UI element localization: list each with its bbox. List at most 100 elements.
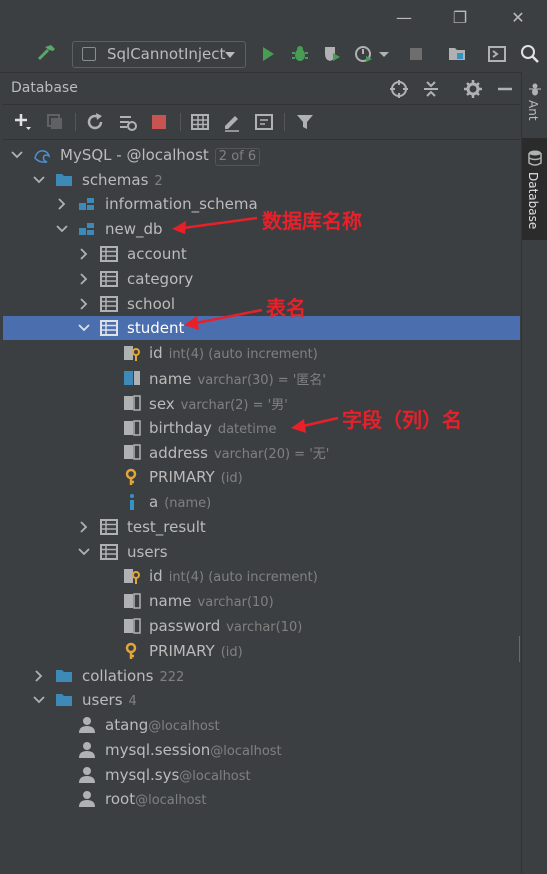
tree-row-key[interactable]: PRIMARY (id) — [3, 639, 520, 663]
tab-database[interactable]: Database — [522, 138, 547, 240]
users-group-label: users 4 — [82, 691, 137, 709]
scrollbar-marker[interactable] — [519, 636, 520, 662]
folder-icon — [56, 670, 72, 682]
tree-row-table-student[interactable]: student — [3, 316, 520, 340]
tree-row-table-school[interactable]: school — [3, 292, 520, 316]
sql-console-icon[interactable] — [254, 112, 274, 132]
chevron-right-icon[interactable] — [78, 273, 90, 285]
run-icon[interactable] — [258, 44, 278, 64]
column-icon — [124, 420, 141, 436]
collapse-all-icon[interactable] — [421, 79, 441, 99]
user-icon — [79, 767, 95, 783]
main-toolbar: SqlCannotInject — [0, 36, 547, 73]
column-label: address varchar(20) = '无' — [149, 444, 330, 462]
tree-row-users-group[interactable]: users 4 — [3, 688, 520, 712]
table-icon — [100, 296, 118, 312]
chevron-down-icon[interactable] — [56, 223, 68, 235]
chevron-right-icon[interactable] — [78, 298, 90, 310]
column-label: password varchar(10) — [149, 617, 303, 635]
chevron-down-icon[interactable] — [378, 44, 390, 64]
minimize-button[interactable]: — — [389, 6, 419, 30]
column-icon — [124, 618, 141, 634]
filter-icon[interactable] — [295, 112, 315, 132]
user-icon — [79, 791, 95, 807]
tree-row-table-users[interactable]: users — [3, 540, 520, 564]
tree-row-table-test-result[interactable]: test_result — [3, 515, 520, 539]
tree-row-schemas[interactable]: schemas 2 — [3, 168, 520, 192]
table-label: category — [127, 270, 194, 288]
run-configuration-label: SqlCannotInject — [107, 45, 226, 63]
annotation-db-name: 数据库名称 — [262, 209, 362, 233]
debug-bug-icon[interactable] — [290, 44, 310, 64]
tree-row-table-category[interactable]: category — [3, 267, 520, 291]
tree-row-column[interactable]: id int(4) (auto increment) — [3, 564, 520, 588]
table-icon — [100, 246, 118, 262]
tree-row-column[interactable]: password varchar(10) — [3, 614, 520, 638]
chevron-right-icon[interactable] — [78, 521, 90, 533]
tree-row-collations[interactable]: collations 222 — [3, 664, 520, 688]
coverage-icon[interactable] — [322, 44, 342, 64]
connection-badge: 2 of 6 — [214, 148, 261, 166]
user-icon — [79, 742, 95, 758]
chevron-down-icon[interactable] — [33, 174, 45, 186]
hide-panel-icon[interactable] — [495, 79, 515, 99]
chevron-down-icon[interactable] — [11, 149, 23, 161]
tab-ant-label: Ant — [526, 100, 540, 121]
tree-row-user[interactable]: atang@localhost — [3, 713, 520, 737]
gear-icon[interactable] — [463, 79, 483, 99]
tree-row-user[interactable]: root@localhost — [3, 787, 520, 811]
chevron-right-icon[interactable] — [78, 248, 90, 260]
column-label: name varchar(30) = '匿名' — [149, 370, 326, 388]
primary-key-column-icon — [124, 346, 140, 361]
run-configuration-select[interactable]: SqlCannotInject — [72, 41, 246, 68]
chevron-down-icon — [225, 52, 235, 58]
index-label: a (name) — [149, 493, 212, 511]
crosshair-locate-icon[interactable] — [389, 79, 409, 99]
folder-icon — [56, 174, 72, 186]
chevron-down-icon[interactable] — [78, 546, 90, 558]
column-label: id int(4) (auto increment) — [149, 344, 318, 362]
table-icon — [100, 271, 118, 287]
tree-row-connection[interactable]: MySQL - @localhost 2 of 6 — [3, 143, 520, 167]
terminal-icon[interactable] — [487, 44, 507, 64]
chevron-down-icon[interactable] — [33, 694, 45, 706]
project-structure-icon[interactable] — [447, 44, 467, 64]
tree-row-table-account[interactable]: account — [3, 242, 520, 266]
primary-key-column-icon — [124, 569, 140, 584]
tab-ant[interactable]: Ant — [522, 78, 547, 138]
schema-label: new_db — [105, 220, 163, 238]
disconnect-stop-icon[interactable] — [149, 112, 169, 132]
add-icon[interactable] — [13, 112, 33, 132]
folder-icon — [56, 694, 72, 706]
column-icon — [124, 593, 141, 609]
chevron-right-icon[interactable] — [33, 670, 45, 682]
tree-row-column[interactable]: address varchar(20) = '无' — [3, 440, 520, 464]
search-icon[interactable] — [520, 44, 540, 64]
tab-database-label: Database — [526, 172, 540, 230]
tree-row-column[interactable]: id int(4) (auto increment) — [3, 341, 520, 365]
schema-label: information_schema — [105, 195, 258, 213]
schema-sync-icon[interactable] — [117, 112, 137, 132]
table-view-icon[interactable] — [190, 112, 210, 132]
tree-row-user[interactable]: mysql.sys@localhost — [3, 763, 520, 787]
user-icon — [79, 717, 95, 733]
chevron-right-icon[interactable] — [56, 198, 68, 210]
annotation-table-name: 表名 — [266, 296, 306, 320]
tree-row-index[interactable]: a (name) — [3, 490, 520, 514]
chevron-down-icon[interactable] — [78, 322, 90, 334]
user-label: mysql.sys@localhost — [105, 766, 251, 784]
column-label: name varchar(10) — [149, 592, 274, 610]
profile-icon[interactable] — [354, 44, 374, 64]
stop-icon[interactable] — [406, 44, 426, 64]
tree-row-key[interactable]: PRIMARY (id) — [3, 465, 520, 489]
tree-row-user[interactable]: mysql.session@localhost — [3, 738, 520, 762]
close-button[interactable]: ✕ — [503, 6, 533, 30]
build-hammer-icon[interactable] — [36, 42, 58, 64]
restore-button[interactable]: ❐ — [445, 6, 475, 30]
key-label: PRIMARY (id) — [149, 642, 243, 660]
edit-pencil-icon[interactable] — [222, 112, 242, 132]
table-label: school — [127, 295, 176, 313]
tree-row-column[interactable]: name varchar(30) = '匿名' — [3, 366, 520, 390]
tree-row-column[interactable]: name varchar(10) — [3, 589, 520, 613]
refresh-icon[interactable] — [85, 112, 105, 132]
